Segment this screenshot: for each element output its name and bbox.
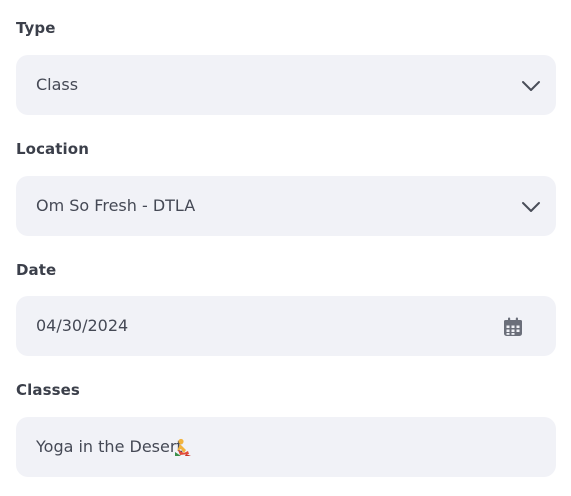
date-label: Date [16,261,57,279]
event-form: Type Class Location Om So Fresh - DTLA D… [0,0,571,496]
location-label: Location [16,140,89,158]
calendar-icon[interactable] [502,316,524,338]
chevron-down-icon [522,202,540,212]
classes-select-value: Yoga in the Desert [36,437,183,456]
chevron-down-icon [522,81,540,91]
type-select[interactable]: Class [16,55,556,115]
yoga-emoji-icon [175,438,191,456]
classes-label: Classes [16,381,80,399]
location-select[interactable]: Om So Fresh - DTLA [16,176,556,236]
type-label: Type [16,19,56,37]
classes-select[interactable]: Yoga in the Desert [16,417,556,477]
type-select-value: Class [36,75,79,94]
date-input[interactable]: 04/30/2024 [16,296,556,356]
location-select-value: Om So Fresh - DTLA [36,196,196,215]
date-input-value: 04/30/2024 [36,316,129,335]
